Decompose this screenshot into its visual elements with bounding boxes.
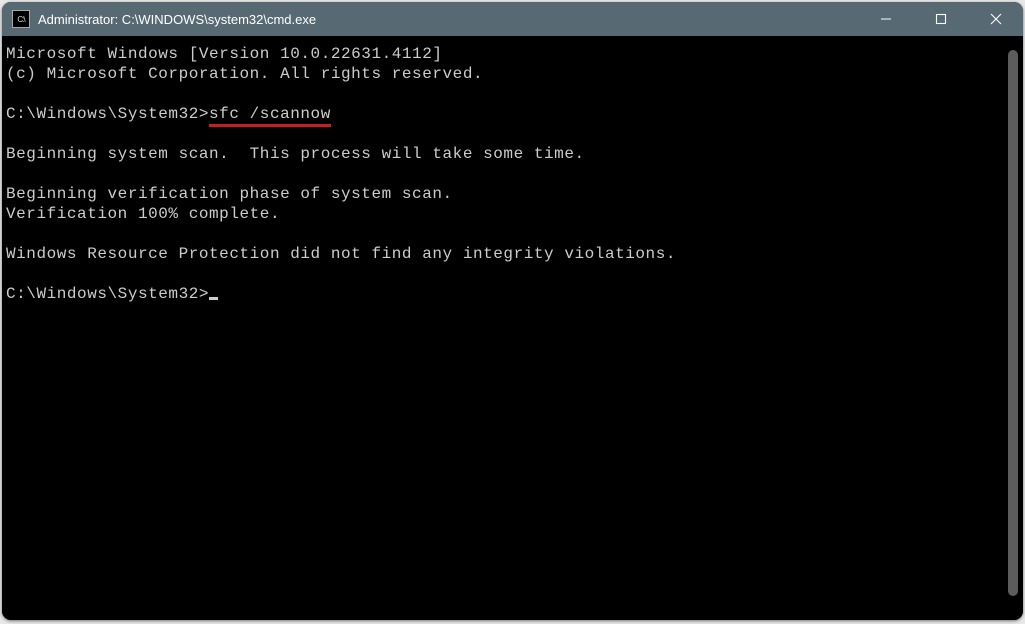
window-title: Administrator: C:\WINDOWS\system32\cmd.e…: [38, 12, 858, 27]
cmd-window: C:\ Administrator: C:\WINDOWS\system32\c…: [2, 2, 1023, 620]
scrollbar-thumb[interactable]: [1008, 50, 1018, 596]
cursor-icon: [209, 297, 218, 300]
titlebar[interactable]: C:\ Administrator: C:\WINDOWS\system32\c…: [2, 2, 1023, 36]
window-controls: [858, 2, 1023, 36]
vertical-scrollbar[interactable]: [1006, 36, 1020, 610]
prompt-path: C:\Windows\System32>: [6, 285, 209, 303]
terminal[interactable]: Microsoft Windows [Version 10.0.22631.41…: [2, 36, 1023, 614]
minimize-button[interactable]: [858, 2, 913, 36]
output-line: Beginning system scan. This process will…: [6, 145, 585, 163]
terminal-output: Microsoft Windows [Version 10.0.22631.41…: [6, 44, 1019, 304]
cmd-icon: C:\: [12, 10, 30, 28]
prompt-path: C:\Windows\System32>: [6, 105, 209, 123]
scrollbar-track: [1006, 50, 1020, 596]
close-icon: [990, 13, 1002, 25]
maximize-button[interactable]: [913, 2, 968, 36]
output-line: Beginning verification phase of system s…: [6, 185, 453, 203]
typed-command: sfc /scannow: [209, 105, 331, 127]
minimize-icon: [880, 13, 892, 25]
window-footer: [2, 608, 1023, 620]
banner-copyright: (c) Microsoft Corporation. All rights re…: [6, 65, 483, 83]
output-line: Windows Resource Protection did not find…: [6, 245, 676, 263]
output-line: Verification 100% complete.: [6, 205, 280, 223]
close-button[interactable]: [968, 2, 1023, 36]
maximize-icon: [935, 13, 947, 25]
banner-version: Microsoft Windows [Version 10.0.22631.41…: [6, 45, 443, 63]
